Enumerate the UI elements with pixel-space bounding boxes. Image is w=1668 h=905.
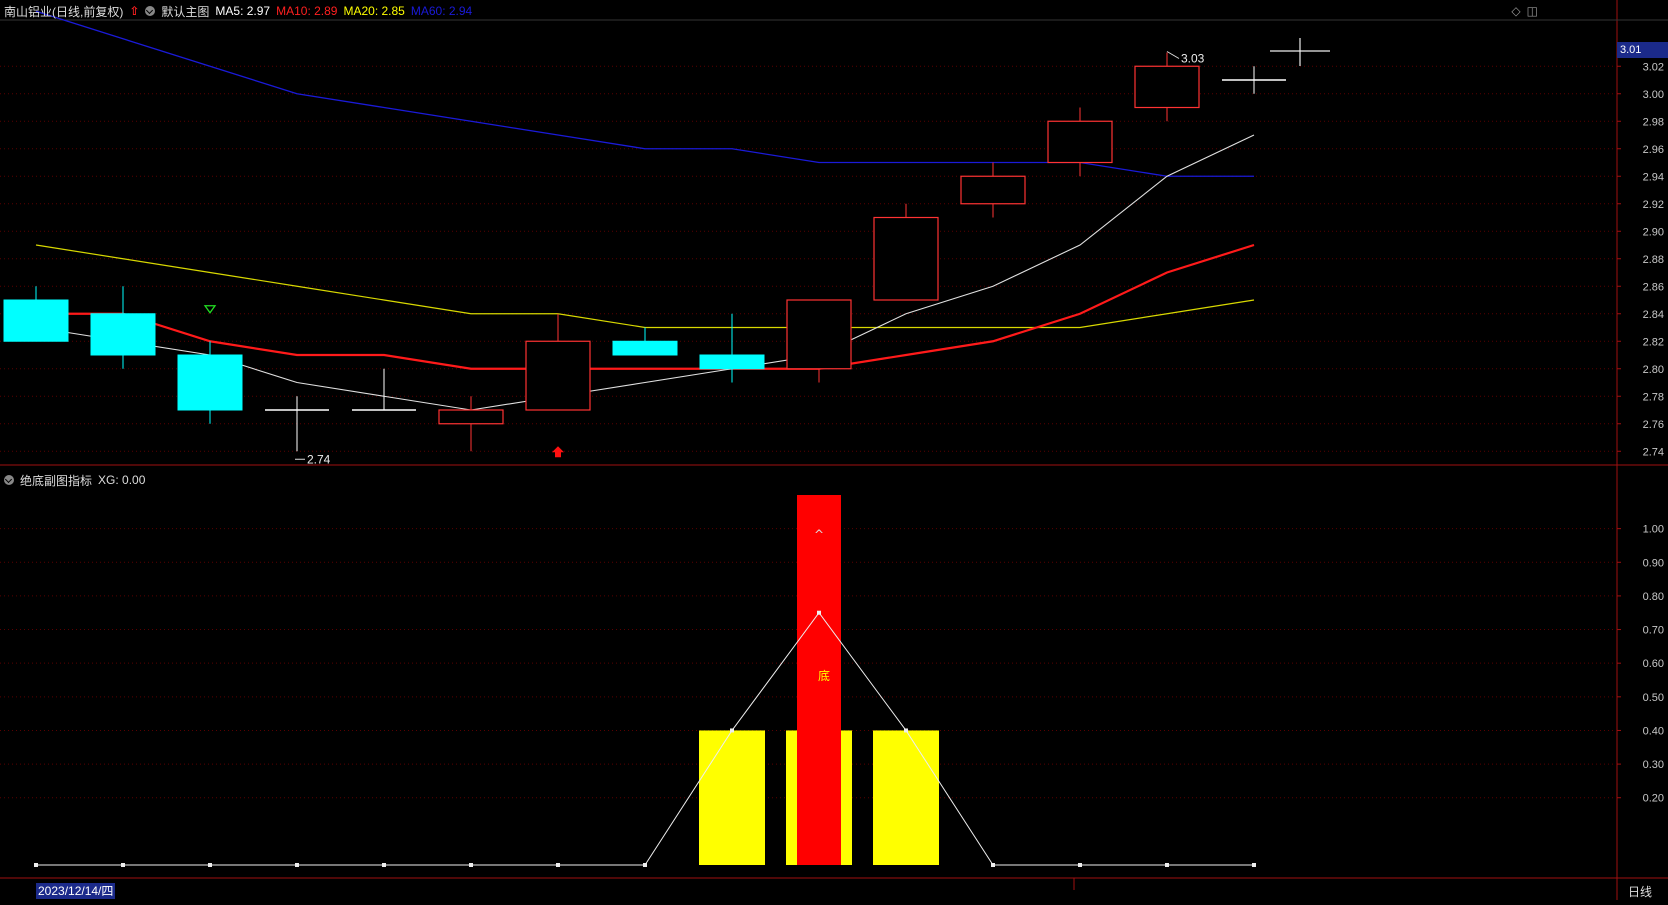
indicator-header: 绝底副图指标 XG: 0.00	[4, 471, 145, 489]
indicator-tick-label: 0.50	[1643, 692, 1664, 704]
indicator-tick-label: 0.60	[1643, 658, 1664, 670]
current-price-flag: 3.01	[1617, 42, 1668, 58]
price-tick-label: 2.92	[1643, 199, 1664, 211]
indicator-point	[991, 863, 995, 867]
price-tick-label: 2.86	[1643, 281, 1664, 293]
ma-legend-item: MA5: 2.97	[215, 4, 271, 18]
chevron-down-icon[interactable]	[145, 6, 156, 16]
period-button[interactable]: 日线	[1628, 883, 1652, 900]
indicator-point	[556, 863, 560, 867]
sell-signal-arrow-icon	[203, 305, 217, 314]
cursor-date: 2023/12/14/四	[36, 883, 116, 899]
arrow-up-icon: ⇧	[129, 4, 140, 18]
ma-legend-item: MA10: 2.89	[276, 4, 338, 18]
price-tick-label: 2.88	[1643, 254, 1664, 266]
indicator-point	[904, 728, 908, 733]
ma-legend-item: MA60: 2.94	[410, 4, 473, 18]
price-tick-label: 2.76	[1643, 419, 1664, 431]
candle-body	[786, 299, 852, 370]
indicator-point	[817, 610, 821, 615]
candle-body	[960, 175, 1026, 205]
price-tick-label: 3.02	[1643, 61, 1664, 73]
indicator-name[interactable]: 绝底副图指标	[20, 472, 92, 489]
buy-signal-arrow-icon	[552, 446, 564, 458]
indicator-point	[1078, 863, 1082, 867]
candle-body	[525, 340, 591, 411]
indicator-point	[1252, 863, 1256, 867]
indicator-point	[469, 863, 473, 867]
price-tick-label: 2.98	[1643, 116, 1664, 128]
price-tick-label: 2.90	[1643, 226, 1664, 238]
indicator-point	[295, 863, 299, 867]
indicator-yellow-bar	[699, 730, 765, 865]
price-tick-label: 3.00	[1643, 89, 1664, 101]
price-tick-label: 2.82	[1643, 336, 1664, 348]
candle-body	[438, 409, 504, 425]
candle-body	[90, 313, 156, 356]
indicator-point	[1165, 863, 1169, 867]
window-controls: ◇ ◫	[1511, 4, 1538, 18]
indicator-point	[643, 863, 647, 867]
indicator-point	[121, 863, 125, 867]
low-price-label: 2.74	[307, 452, 331, 466]
indicator-tick-label: 0.70	[1643, 625, 1664, 637]
chevron-down-icon[interactable]	[4, 475, 14, 485]
diamond-icon[interactable]: ◇	[1511, 4, 1520, 18]
candle-body	[699, 354, 765, 370]
price-tick-label: 2.78	[1643, 391, 1664, 403]
stock-title[interactable]: 南山铝业(日线,前复权)	[4, 3, 123, 20]
indicator-yellow-bar	[873, 730, 939, 865]
candle-body	[3, 299, 69, 342]
chart-canvas[interactable]: 3.02 3.00 2.98 2.96 2.94 2.92 2.90 2.88 2.86 2.84…	[0, 0, 1668, 900]
indicator-tick-label: 0.30	[1643, 759, 1664, 771]
bottom-signal-label: 底	[818, 668, 830, 683]
candle-body	[612, 340, 678, 356]
candle-body	[1134, 65, 1200, 109]
indicator-point	[382, 863, 386, 867]
indicator-white-line	[36, 611, 1254, 866]
panel-icon[interactable]: ◫	[1527, 4, 1538, 18]
main-chart-label[interactable]: 默认主图	[161, 3, 209, 20]
indicator-tick-label: 0.20	[1643, 793, 1664, 805]
candle-body	[873, 216, 939, 301]
chart-window[interactable]: 3.02 3.00 2.98 2.96 2.94 2.92 2.90 2.88 2.86 2.84…	[0, 0, 1668, 900]
high-price-label: 3.03	[1181, 52, 1205, 66]
indicator-tick-label: 0.90	[1643, 557, 1664, 569]
main-chart-header: 南山铝业(日线,前复权) ⇧ 默认主图 MA5: 2.97 MA10: 2.89 M…	[4, 2, 478, 20]
price-tick-label: 2.94	[1643, 171, 1664, 183]
ma-legend-item: MA20: 2.85	[343, 4, 405, 18]
price-tick-label: 2.84	[1643, 309, 1664, 321]
indicator-tick-label: 0.40	[1643, 725, 1664, 737]
peak-mark-label: ^	[814, 528, 824, 542]
indicator-point	[208, 863, 212, 867]
price-tick-label: 2.96	[1643, 144, 1664, 156]
indicator-point	[34, 863, 38, 867]
high-pointer	[1166, 51, 1180, 59]
xg-value: XG: 0.00	[98, 473, 146, 487]
candle-body	[177, 354, 243, 411]
indicator-tick-label: 0.80	[1643, 591, 1664, 603]
indicator-point	[730, 728, 734, 733]
ma-legend: MA5: 2.97 MA10: 2.89 MA20: 2.85 MA60: 2.94	[215, 4, 478, 18]
candle-body	[1047, 120, 1113, 164]
price-tick-label: 2.80	[1643, 364, 1664, 376]
price-tick-label: 2.74	[1643, 446, 1664, 458]
indicator-tick-label: 1.00	[1643, 524, 1664, 536]
